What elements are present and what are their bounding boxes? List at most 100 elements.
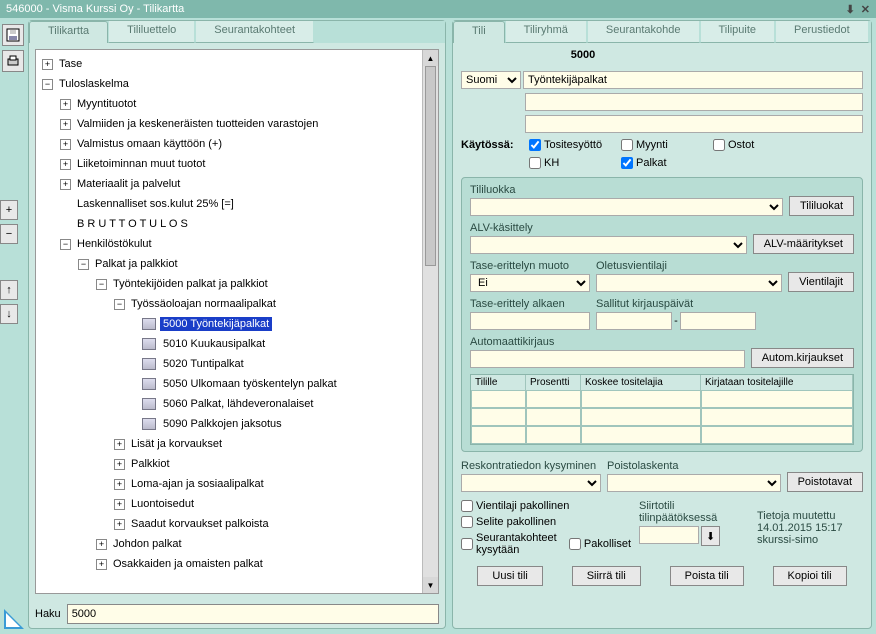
expander-icon[interactable]: − — [114, 299, 125, 310]
tree-node[interactable]: Palkkiot — [128, 457, 173, 471]
tree-leaf[interactable]: 5090 Palkkojen jaksotus — [160, 417, 285, 431]
tree-node[interactable]: Myyntituotot — [74, 97, 139, 111]
extra-input-1[interactable] — [525, 93, 863, 111]
tree-node[interactable]: Valmistus omaan käyttöön (+) — [74, 137, 225, 151]
tree-node[interactable]: Lisät ja korvaukset — [128, 437, 225, 451]
tree-node[interactable]: Tuloslaskelma — [56, 77, 132, 91]
tree-node[interactable]: Työntekijöiden palkat ja palkkiot — [110, 277, 271, 291]
up-button[interactable]: ↑ — [0, 280, 18, 300]
chk-selite-pakollinen[interactable]: Selite pakollinen — [461, 516, 631, 528]
tree-node[interactable]: Osakkaiden ja omaisten palkat — [110, 557, 266, 571]
tab-seurantakohteet[interactable]: Seurantakohteet — [195, 21, 314, 43]
tab-seurantakohde[interactable]: Seurantakohde — [587, 21, 700, 43]
tree-node[interactable]: Liiketoiminnan muut tuotot — [74, 157, 208, 171]
chk-kh[interactable]: KH — [529, 157, 611, 169]
scroll-down-icon[interactable]: ▼ — [423, 577, 438, 593]
expander-icon[interactable]: + — [114, 499, 125, 510]
tililuokat-button[interactable]: Tililuokat — [789, 196, 854, 216]
reskontra-select[interactable] — [461, 474, 601, 492]
expander-icon[interactable]: − — [96, 279, 107, 290]
vientilajit-button[interactable]: Vientilajit — [788, 272, 854, 292]
tree-leaf[interactable]: 5060 Palkat, lähdeveronalaiset — [160, 397, 316, 411]
account-name-input[interactable] — [523, 71, 863, 89]
tab-tilipuite[interactable]: Tilipuite — [700, 21, 776, 43]
grid-row[interactable] — [471, 390, 853, 408]
expander-icon[interactable]: − — [78, 259, 89, 270]
tab-tiliryhma[interactable]: Tiliryhmä — [505, 21, 587, 43]
expander-icon[interactable]: + — [96, 539, 107, 550]
scroll-thumb[interactable] — [425, 66, 436, 266]
chk-ostot[interactable]: Ostot — [713, 139, 795, 151]
tree-leaf-selected[interactable]: 5000 Työntekijäpalkat — [160, 317, 272, 331]
alv-button[interactable]: ALV-määritykset — [753, 234, 854, 254]
chk-palkat[interactable]: Palkat — [621, 157, 703, 169]
tree-node[interactable]: Loma-ajan ja sosiaalipalkat — [128, 477, 267, 491]
extra-input-2[interactable] — [525, 115, 863, 133]
expander-icon[interactable]: + — [114, 519, 125, 530]
tree-node[interactable]: Työssäoloajan normaalipalkat — [128, 297, 279, 311]
chk-vientilaji-pakollinen[interactable]: Vientilaji pakollinen — [461, 500, 631, 512]
tase-muoto-select[interactable]: Ei — [470, 274, 590, 292]
uusi-tili-button[interactable]: Uusi tili — [477, 566, 542, 586]
tree-view[interactable]: +Tase −Tuloslaskelma +Myyntituotot +Valm… — [35, 49, 439, 594]
autokirjaus-input[interactable] — [470, 350, 745, 368]
expander-icon[interactable]: − — [42, 79, 53, 90]
sallitut-to-input[interactable] — [680, 312, 756, 330]
expander-icon[interactable]: + — [60, 119, 71, 130]
expander-icon[interactable]: − — [60, 239, 71, 250]
poista-tili-button[interactable]: Poista tili — [670, 566, 744, 586]
tree-node[interactable]: Henkilöstökulut — [74, 237, 155, 251]
search-input[interactable] — [67, 604, 439, 624]
chk-seurantakohteet[interactable]: Seurantakohteet kysytään — [461, 532, 559, 556]
tab-tili[interactable]: Tili — [453, 21, 505, 43]
save-button[interactable] — [2, 24, 24, 46]
tree-node[interactable]: Laskennalliset sos.kulut 25% [=] — [74, 197, 237, 211]
poistotavat-button[interactable]: Poistotavat — [787, 472, 863, 492]
expander-icon[interactable]: + — [114, 439, 125, 450]
expander-icon[interactable]: + — [60, 99, 71, 110]
sallitut-from-input[interactable] — [596, 312, 672, 330]
siirra-tili-button[interactable]: Siirrä tili — [572, 566, 641, 586]
expander-icon[interactable]: + — [60, 159, 71, 170]
chk-pakolliset[interactable]: Pakolliset — [569, 532, 631, 556]
tree-node[interactable]: Saadut korvaukset palkoista — [128, 517, 272, 531]
poistolaskenta-select[interactable] — [607, 474, 781, 492]
expander-icon[interactable]: + — [114, 459, 125, 470]
tree-node[interactable]: B R U T T O T U L O S — [74, 217, 191, 231]
tree-node[interactable]: Materiaalit ja palvelut — [74, 177, 183, 191]
scroll-up-icon[interactable]: ▲ — [423, 50, 438, 66]
grid-row[interactable] — [471, 408, 853, 426]
tree-leaf[interactable]: 5020 Tuntipalkat — [160, 357, 247, 371]
expander-icon[interactable]: + — [60, 179, 71, 190]
minus-button[interactable]: − — [0, 224, 18, 244]
tililuokka-select[interactable] — [470, 198, 783, 216]
tree-node[interactable]: Tase — [56, 57, 85, 71]
print-button[interactable] — [2, 50, 24, 72]
kopioi-tili-button[interactable]: Kopioi tili — [773, 566, 847, 586]
tab-perustiedot[interactable]: Perustiedot — [775, 21, 869, 43]
siirtotili-lookup-button[interactable]: ⬇ — [701, 526, 720, 546]
tree-leaf[interactable]: 5050 Ulkomaan työskentelyn palkat — [160, 377, 340, 391]
autokirjaus-button[interactable]: Autom.kirjaukset — [751, 348, 854, 368]
expander-icon[interactable]: + — [114, 479, 125, 490]
tree-leaf[interactable]: 5010 Kuukausipalkat — [160, 337, 268, 351]
tree-node[interactable]: Johdon palkat — [110, 537, 185, 551]
oletusvientilaji-select[interactable] — [596, 274, 782, 292]
expander-icon[interactable]: + — [60, 139, 71, 150]
expander-icon[interactable]: + — [96, 559, 107, 570]
alv-select[interactable] — [470, 236, 747, 254]
siirtotili-input[interactable] — [639, 526, 699, 544]
expander-icon[interactable]: + — [42, 59, 53, 70]
tree-node[interactable]: Palkat ja palkkiot — [92, 257, 181, 271]
tree-node[interactable]: Valmiiden ja keskeneräisten tuotteiden v… — [74, 117, 321, 131]
chk-tositesyotto[interactable]: Tositesyöttö — [529, 139, 611, 151]
chk-myynti[interactable]: Myynti — [621, 139, 703, 151]
minimize-icon[interactable]: ⬇ — [846, 3, 855, 16]
close-icon[interactable]: ✕ — [861, 3, 870, 16]
language-select[interactable]: Suomi — [461, 71, 521, 89]
grid-row[interactable] — [471, 426, 853, 444]
down-button[interactable]: ↓ — [0, 304, 18, 324]
tase-alkaen-input[interactable] — [470, 312, 590, 330]
tree-node[interactable]: Luontoisedut — [128, 497, 197, 511]
scrollbar[interactable]: ▲ ▼ — [422, 50, 438, 593]
